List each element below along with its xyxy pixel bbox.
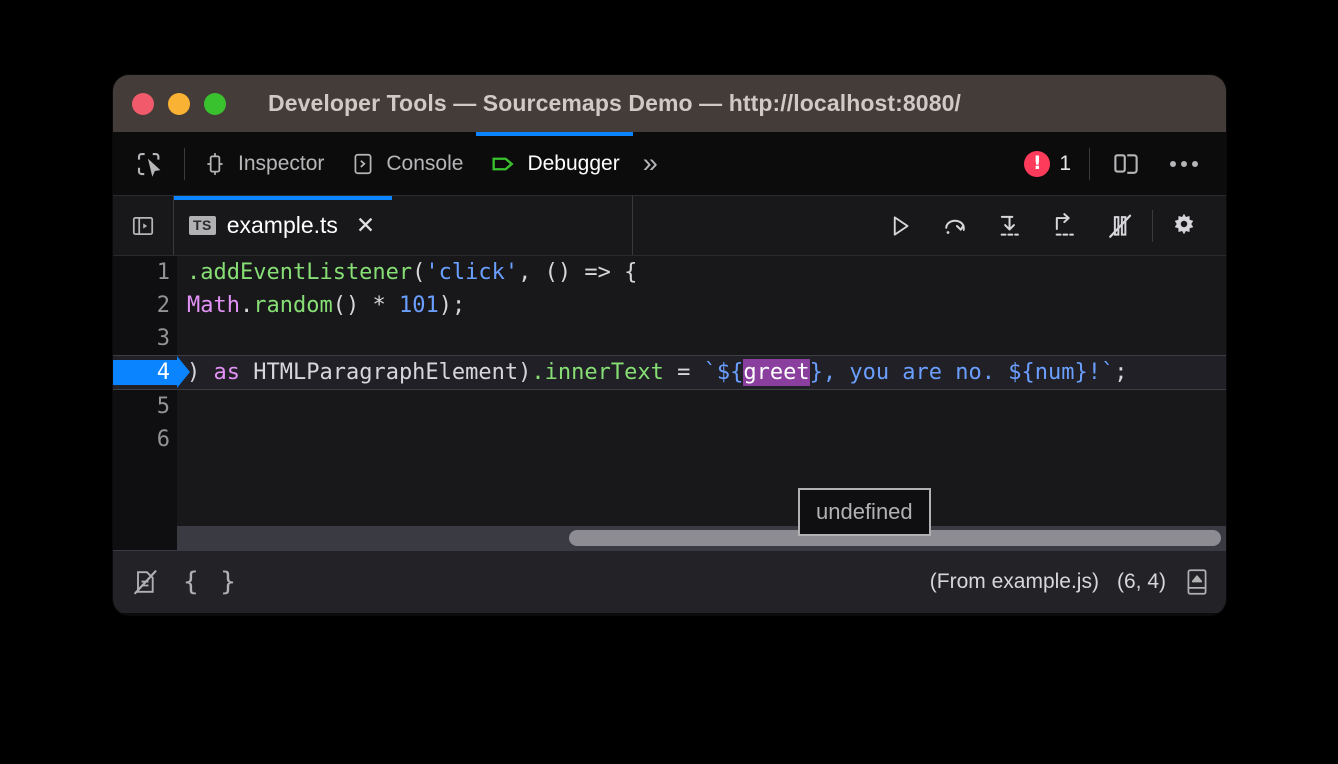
close-tab-button[interactable]: ✕ (356, 212, 375, 239)
skip-pausing-button[interactable] (1093, 196, 1148, 255)
screenshot-root: Developer Tools — Sourcemaps Demo — http… (0, 0, 1338, 764)
toolbar-right-group: ! 1 (1014, 132, 1226, 195)
responsive-design-mode-button[interactable] (1098, 132, 1154, 195)
play-icon (886, 212, 914, 240)
close-window-button[interactable] (132, 93, 154, 115)
element-picker-icon (134, 149, 164, 179)
code-line-6[interactable]: 6 (113, 423, 1226, 456)
tabs-overflow-button[interactable]: » (633, 150, 665, 177)
toolbar-divider-right (1089, 148, 1090, 180)
code-line-1[interactable]: 1 .addEventListener('click', () => { (113, 256, 1226, 289)
code-line-5[interactable]: 5 (113, 390, 1226, 423)
resume-button[interactable] (873, 196, 928, 255)
line-content: Math.random() * 101); (177, 293, 465, 318)
variable-preview-tooltip: undefined (798, 488, 931, 536)
code-line-4-paused[interactable]: 4 ) as HTMLParagraphElement).innerText =… (113, 355, 1226, 390)
line-number: 2 (113, 293, 177, 318)
line-number: 5 (113, 394, 177, 419)
window-title: Developer Tools — Sourcemaps Demo — http… (268, 90, 961, 117)
file-tab-label: example.ts (227, 212, 338, 239)
maximize-window-button[interactable] (204, 93, 226, 115)
debugger-icon (489, 150, 517, 178)
source-map-toggle-button[interactable] (131, 568, 159, 596)
code-line-3[interactable]: 3 (113, 322, 1226, 355)
debugger-controls-divider (1152, 210, 1153, 242)
line-number: 4 (113, 360, 177, 385)
minimize-window-button[interactable] (168, 93, 190, 115)
skip-pausing-icon (1106, 212, 1134, 240)
line-content: .addEventListener('click', () => { (177, 260, 637, 285)
original-source-label: (From example.js) (930, 570, 1099, 594)
tab-console-label: Console (386, 152, 463, 176)
debugger-settings-button[interactable] (1157, 196, 1212, 255)
code-editor[interactable]: 1 .addEventListener('click', () => { 2 M… (113, 256, 1226, 550)
toggle-split-console-icon (1184, 567, 1210, 597)
devtools-toolbar: Inspector Console Debugger (113, 132, 1226, 196)
editor-status-bar: { } (From example.js) (6, 4) (113, 550, 1226, 613)
responsive-design-mode-icon (1111, 149, 1141, 179)
sources-toolbar: TS example.ts ✕ (113, 196, 1226, 256)
meatball-menu-icon (1170, 161, 1176, 167)
devtools-window: Developer Tools — Sourcemaps Demo — http… (113, 75, 1226, 615)
toggle-sources-pane-icon (130, 213, 156, 239)
sources-toolbar-divider-right (632, 196, 633, 255)
tab-console[interactable]: Console (337, 132, 476, 195)
error-count-badge[interactable]: ! 1 (1014, 151, 1081, 177)
cursor-position-label: (6, 4) (1117, 570, 1166, 594)
step-over-button[interactable] (928, 196, 983, 255)
element-picker-button[interactable] (113, 132, 180, 195)
tab-debugger-label: Debugger (527, 152, 619, 176)
gear-icon (1169, 211, 1199, 241)
error-icon: ! (1024, 151, 1050, 177)
paused-location-marker (177, 356, 190, 388)
console-icon (350, 151, 376, 177)
status-bar-left-icons: { } (131, 567, 239, 597)
line-number: 6 (113, 427, 177, 452)
title-bar: Developer Tools — Sourcemaps Demo — http… (113, 75, 1226, 132)
window-controls (132, 93, 226, 115)
toolbar-divider (184, 148, 185, 180)
toggle-split-console-button[interactable] (1184, 567, 1210, 597)
tab-inspector-label: Inspector (238, 152, 324, 176)
highlighted-expression[interactable]: greet (743, 359, 809, 386)
typescript-badge-icon: TS (189, 216, 216, 235)
tab-debugger[interactable]: Debugger (476, 132, 632, 195)
devtools-menu-button[interactable] (1158, 161, 1210, 167)
line-number: 1 (113, 260, 177, 285)
step-over-icon (941, 212, 969, 240)
file-tab-example-ts[interactable]: TS example.ts ✕ (174, 196, 392, 255)
line-content: ) as HTMLParagraphElement).innerText = `… (177, 360, 1127, 385)
line-number: 3 (113, 326, 177, 351)
tab-inspector[interactable]: Inspector (189, 132, 337, 195)
debugger-controls (873, 196, 1226, 255)
status-bar-right: (From example.js) (6, 4) (930, 567, 1210, 597)
toggle-sources-pane-button[interactable] (113, 196, 173, 255)
error-count-label: 1 (1059, 152, 1071, 176)
step-in-icon (996, 212, 1024, 240)
code-line-2[interactable]: 2 Math.random() * 101); (113, 289, 1226, 322)
step-in-button[interactable] (983, 196, 1038, 255)
inspector-icon (202, 151, 228, 177)
source-map-toggle-icon (131, 568, 159, 596)
editor-horizontal-scrollbar[interactable] (177, 526, 1226, 550)
pretty-print-button[interactable]: { } (183, 567, 239, 597)
code-lines: 1 .addEventListener('click', () => { 2 M… (113, 256, 1226, 550)
step-out-button[interactable] (1038, 196, 1093, 255)
step-out-icon (1051, 212, 1079, 240)
